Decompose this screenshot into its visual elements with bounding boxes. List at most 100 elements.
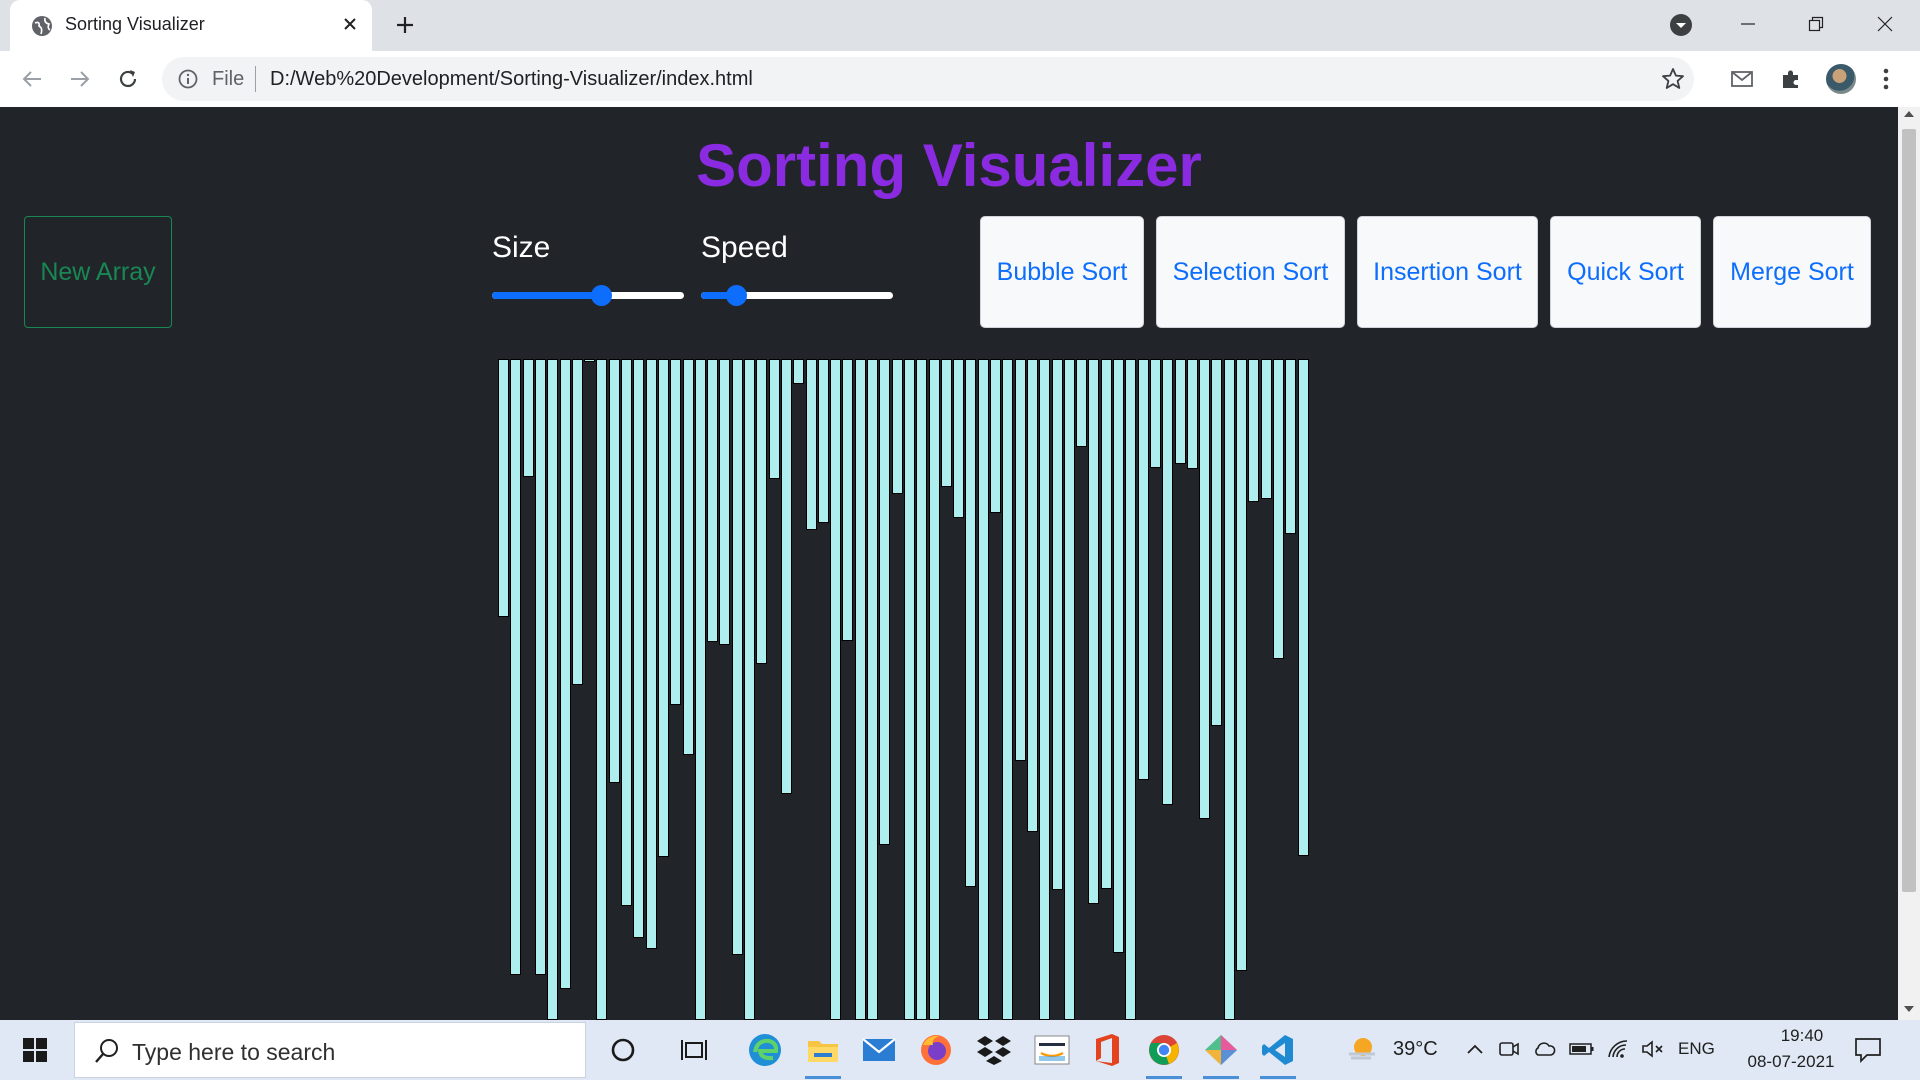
git-client-app[interactable] <box>1195 1026 1247 1079</box>
close-window-button[interactable] <box>1862 6 1908 42</box>
menu-button[interactable] <box>1871 64 1901 94</box>
wifi-icon <box>1608 1040 1628 1058</box>
plus-icon <box>397 17 413 33</box>
slider-fill <box>492 292 602 299</box>
close-window-icon <box>1877 16 1893 32</box>
vscode-app[interactable] <box>1252 1026 1304 1079</box>
mail-extension-icon[interactable] <box>1727 64 1757 94</box>
page-scrollbar[interactable] <box>1898 107 1920 1020</box>
array-bar <box>756 359 768 664</box>
cortana-button[interactable] <box>597 1026 649 1074</box>
wifi-tray[interactable] <box>1606 1036 1632 1062</box>
weather-sun-cloud-icon[interactable] <box>1345 1034 1379 1064</box>
browser-tab[interactable]: Sorting Visualizer <box>10 0 372 51</box>
address-bar[interactable]: File D:/Web%20Development/Sorting-Visual… <box>162 57 1694 101</box>
array-bar <box>854 359 866 1020</box>
array-bar <box>707 359 719 642</box>
forward-button[interactable] <box>65 64 95 94</box>
start-button[interactable] <box>0 1020 70 1080</box>
tab-close-button[interactable] <box>336 10 364 38</box>
meet-now-tray[interactable] <box>1496 1036 1522 1062</box>
taskbar-search-box[interactable]: Type here to search <box>74 1022 586 1078</box>
chrome-icon <box>1149 1035 1179 1065</box>
speed-slider[interactable] <box>701 285 893 306</box>
array-bar <box>1297 359 1309 856</box>
size-slider[interactable] <box>492 285 684 306</box>
cloud-icon <box>1535 1042 1556 1056</box>
merge-sort-button[interactable]: Merge Sort <box>1713 216 1871 328</box>
array-bar <box>817 359 829 523</box>
array-bar <box>1285 359 1297 534</box>
more-vert-icon <box>1883 68 1889 90</box>
forward-arrow-icon <box>71 71 90 87</box>
extensions-button[interactable] <box>1776 64 1806 94</box>
array-bar <box>1026 359 1038 832</box>
battery-tray[interactable] <box>1569 1036 1595 1062</box>
insertion-sort-button[interactable]: Insertion Sort <box>1357 216 1538 328</box>
array-bar <box>903 359 915 1020</box>
firefox-icon <box>921 1035 951 1065</box>
array-bar <box>780 359 792 794</box>
show-hidden-icons-button[interactable] <box>1462 1036 1488 1062</box>
info-icon[interactable] <box>178 69 198 89</box>
selection-sort-button[interactable]: Selection Sort <box>1156 216 1345 328</box>
array-bar <box>608 359 620 783</box>
firefox-app[interactable] <box>910 1026 962 1074</box>
task-view-button[interactable] <box>668 1026 720 1074</box>
clock-time[interactable]: 19:40 <box>1760 1026 1844 1046</box>
file-explorer-app[interactable] <box>797 1026 849 1079</box>
bubble-sort-button[interactable]: Bubble Sort <box>980 216 1144 328</box>
restore-icon <box>1808 16 1824 32</box>
battery-icon <box>1569 1043 1594 1055</box>
back-button[interactable] <box>17 64 47 94</box>
array-bar <box>498 359 509 617</box>
array-bar <box>596 359 608 1020</box>
scrollbar-thumb[interactable] <box>1902 129 1916 892</box>
onedrive-tray[interactable] <box>1531 1036 1557 1062</box>
minimize-button[interactable] <box>1725 6 1771 42</box>
amazon-app[interactable] <box>1026 1026 1078 1074</box>
array-bar <box>510 359 522 975</box>
quick-sort-button[interactable]: Quick Sort <box>1550 216 1701 328</box>
divider <box>255 66 256 92</box>
profile-avatar[interactable] <box>1826 64 1856 94</box>
clock-date[interactable]: 08-07-2021 <box>1736 1052 1846 1072</box>
slider-thumb[interactable] <box>725 285 747 306</box>
array-bar <box>584 359 596 362</box>
new-array-button[interactable]: New Array <box>24 216 172 328</box>
mail-envelope-icon <box>862 1038 896 1061</box>
array-bar <box>1100 359 1112 889</box>
scroll-up-arrow-icon[interactable] <box>1904 111 1914 117</box>
office-app[interactable] <box>1081 1026 1133 1074</box>
tab-search-icon[interactable] <box>1668 12 1694 38</box>
array-bar <box>1186 359 1198 469</box>
array-bar <box>1014 359 1026 761</box>
volume-tray[interactable] <box>1640 1036 1666 1062</box>
edge-icon <box>749 1034 781 1066</box>
array-bar <box>559 359 571 989</box>
edge-app[interactable] <box>739 1026 791 1074</box>
bookmark-star-icon[interactable] <box>1660 66 1686 92</box>
array-bar <box>522 359 534 477</box>
new-tab-button[interactable] <box>390 10 420 40</box>
restore-button[interactable] <box>1793 6 1839 42</box>
weather-temperature[interactable]: 39°C <box>1393 1038 1438 1061</box>
globe-icon <box>32 16 52 36</box>
reload-button[interactable] <box>113 64 143 94</box>
chrome-app[interactable] <box>1138 1026 1190 1079</box>
vscode-icon <box>1262 1035 1293 1065</box>
office-icon <box>1096 1034 1119 1066</box>
array-bar <box>793 359 805 384</box>
notifications-icon[interactable] <box>1853 1036 1883 1064</box>
array-bar <box>953 359 965 518</box>
slider-thumb[interactable] <box>591 285 613 306</box>
array-bar <box>1002 359 1014 1020</box>
input-language[interactable]: ENG <box>1678 1039 1715 1059</box>
array-bar <box>830 359 842 1020</box>
scroll-down-arrow-icon[interactable] <box>1904 1006 1914 1012</box>
array-bar <box>1162 359 1174 805</box>
dropbox-app[interactable] <box>968 1026 1020 1074</box>
url-text[interactable]: D:/Web%20Development/Sorting-Visualizer/… <box>270 68 753 91</box>
running-indicator <box>1260 1076 1296 1079</box>
mail-app[interactable] <box>853 1026 905 1074</box>
